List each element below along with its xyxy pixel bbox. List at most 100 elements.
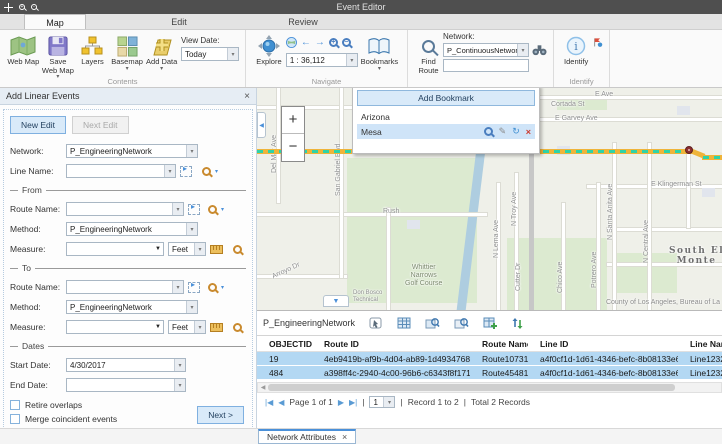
to-route-name-select[interactable]	[66, 280, 184, 294]
sort-icon[interactable]	[511, 317, 523, 330]
next-edit-button[interactable]: Next Edit	[72, 116, 129, 134]
flag-icon[interactable]	[592, 36, 603, 48]
map-attribution: County of Los Angeles, Bureau of La	[606, 299, 720, 306]
map-canvas[interactable]: E AveCortada StE Garvey AveE Klingerman …	[257, 88, 722, 310]
map-label: Whittier Narrows Golf Course	[405, 264, 442, 288]
network-select[interactable]: P_ContinuousNetwork	[443, 43, 529, 57]
table-view-icon[interactable]	[397, 317, 411, 329]
page-select[interactable]: 1	[369, 396, 395, 408]
pagination-bar: |◀ ◀ Page 1 of 1 ▶ ▶| | 1 | Record 1 to …	[257, 393, 722, 411]
line-name-select[interactable]	[66, 164, 176, 178]
from-method-select[interactable]: P_EngineeringNetwork	[66, 222, 198, 236]
add-data-button[interactable]: Add Data ▾	[145, 34, 178, 71]
layers-button[interactable]: Layers	[76, 34, 109, 67]
map-zoom-in-icon[interactable]: +	[329, 38, 338, 47]
basemap-button[interactable]: Basemap ▾	[111, 34, 144, 71]
to-route-zoom-icon[interactable]	[208, 283, 217, 292]
line-zoom-icon[interactable]	[202, 167, 211, 176]
checkbox-box[interactable]	[10, 400, 20, 410]
checkbox-box[interactable]	[10, 414, 20, 424]
scale-select[interactable]: 1 : 36,112	[286, 53, 358, 67]
zoom-out-icon[interactable]: -	[31, 4, 37, 10]
column-header[interactable]: Line Name	[678, 339, 722, 349]
pan-to-selected-icon[interactable]	[454, 317, 469, 330]
add-to-table-icon[interactable]	[483, 317, 497, 329]
select-line-on-map-icon[interactable]	[180, 166, 192, 177]
bookmark-item-arizona[interactable]: Arizona	[357, 109, 535, 124]
table-cell: a4f0cf1d-1d61-4346-befc-8b08133e681e	[528, 368, 678, 378]
map-zoom-out-button[interactable]: −	[282, 134, 304, 161]
zoom-in-icon[interactable]: +	[19, 4, 25, 10]
web-map-button[interactable]: Web Map	[7, 34, 40, 67]
tab-edit[interactable]: Edit	[148, 14, 210, 29]
to-method-select[interactable]: P_EngineeringNetwork	[66, 300, 198, 314]
bookmark-refresh-icon[interactable]: ↻	[512, 126, 520, 137]
start-date-select[interactable]: 4/30/2017	[66, 358, 186, 372]
bookmark-item-mesa[interactable]: Mesa✎↻×	[357, 124, 535, 139]
explore-button[interactable]: Explore	[253, 34, 285, 67]
route-point-marker[interactable]	[685, 146, 693, 154]
bookmark-delete-icon[interactable]: ×	[526, 127, 531, 137]
to-unit-select[interactable]: Feet	[168, 320, 206, 334]
map-zoom-in-button[interactable]: +	[282, 107, 304, 134]
end-date-select[interactable]	[66, 378, 186, 392]
to-method-label: Method:	[10, 302, 62, 312]
last-page-icon[interactable]: ▶|	[349, 398, 357, 407]
from-ruler-icon[interactable]	[210, 245, 223, 254]
to-measure-zoom-icon[interactable]	[233, 323, 242, 332]
column-header[interactable]: Line ID	[528, 339, 678, 349]
to-select-route-on-map-icon[interactable]	[188, 282, 200, 293]
identify-button[interactable]: i Identify	[561, 34, 591, 67]
to-measure-input[interactable]: ▼	[66, 320, 164, 334]
back-arrow-icon[interactable]: ←	[301, 37, 311, 48]
column-header[interactable]: OBJECTID	[257, 339, 312, 349]
prev-page-icon[interactable]: ◀	[278, 398, 284, 407]
bookmark-edit-icon[interactable]: ✎	[499, 126, 507, 137]
from-route-name-select[interactable]	[66, 202, 184, 216]
save-web-map-button[interactable]: Save Web Map ▾	[42, 34, 75, 79]
collapse-table-arrow[interactable]: ▼	[323, 295, 349, 307]
to-ruler-icon[interactable]	[210, 323, 223, 332]
table-cell: Line12320	[678, 354, 722, 364]
line-zoom-caret-icon[interactable]: ▾	[215, 168, 218, 175]
map-label: South El Monte	[669, 246, 722, 267]
panel-close-icon[interactable]: ×	[244, 91, 250, 102]
table-cell: Route107312	[470, 354, 528, 364]
column-header[interactable]: Route ID	[312, 339, 470, 349]
from-route-zoom-caret-icon[interactable]: ▾	[221, 206, 224, 213]
to-route-zoom-caret-icon[interactable]: ▾	[221, 284, 224, 291]
tab-review[interactable]: Review	[272, 14, 334, 29]
tab-close-icon[interactable]: ×	[342, 432, 347, 442]
from-measure-zoom-icon[interactable]	[233, 245, 242, 254]
forward-arrow-icon[interactable]: →	[315, 37, 325, 48]
pan-icon[interactable]	[4, 3, 13, 12]
table-row[interactable]: 194eb9419b-af9b-4d04-ab89-1d493476802bRo…	[257, 352, 722, 366]
view-date-select[interactable]: Today	[181, 47, 239, 61]
panel-network-select[interactable]: P_EngineeringNetwork	[66, 144, 198, 158]
column-header[interactable]: Route Name	[470, 339, 528, 349]
table-row[interactable]: 484a398ff4c-2940-4c00-96b6-c6343f8f1711R…	[257, 366, 722, 380]
globe-icon[interactable]	[286, 37, 297, 48]
add-bookmark-button[interactable]: Add Bookmark	[357, 90, 535, 106]
bookmark-zoom-icon[interactable]	[484, 127, 493, 136]
new-edit-button[interactable]: New Edit	[10, 116, 66, 134]
map-zoom-out-icon[interactable]: −	[342, 38, 351, 47]
horizontal-scrollbar[interactable]: ◀	[257, 382, 722, 393]
first-page-icon[interactable]: |◀	[265, 398, 273, 407]
binoculars-icon[interactable]	[532, 44, 547, 56]
bookmarks-button[interactable]: Bookmarks ▾	[359, 34, 400, 71]
find-route-button[interactable]: Find Route	[415, 34, 442, 75]
next-button[interactable]: Next >	[197, 406, 244, 424]
next-page-icon[interactable]: ▶	[338, 398, 344, 407]
from-unit-select[interactable]: Feet	[168, 242, 206, 256]
tab-network-attributes[interactable]: Network Attributes ×	[258, 429, 356, 444]
route-search-input[interactable]	[443, 59, 529, 72]
zoom-to-selected-icon[interactable]	[425, 317, 440, 330]
collapse-panel-arrow[interactable]: ◀	[257, 112, 266, 138]
tab-map[interactable]: Map	[24, 14, 86, 29]
select-records-icon[interactable]	[369, 317, 383, 330]
from-select-route-on-map-icon[interactable]	[188, 204, 200, 215]
from-measure-input[interactable]: ▼	[66, 242, 164, 256]
table-cell: 4eb9419b-af9b-4d04-ab89-1d493476802b	[312, 354, 470, 364]
from-route-zoom-icon[interactable]	[208, 205, 217, 214]
